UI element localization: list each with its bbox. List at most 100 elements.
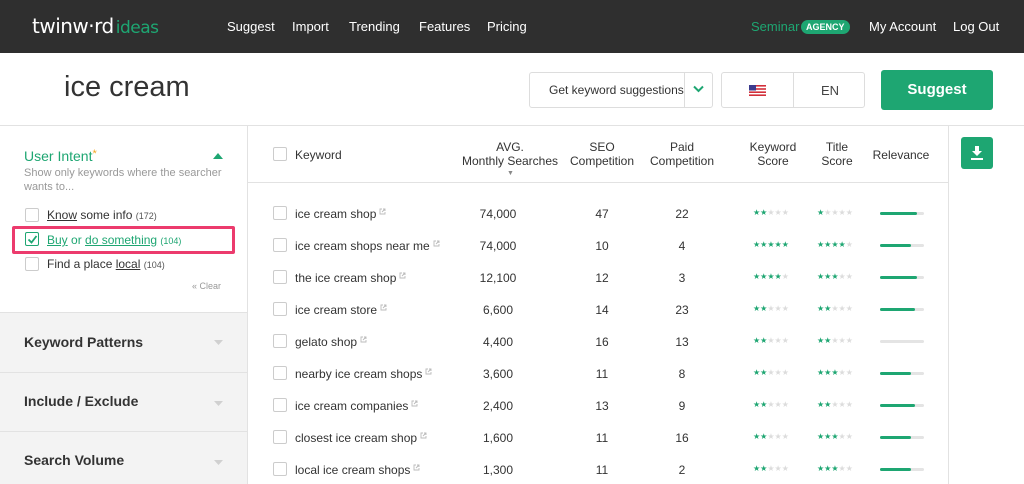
row-checkbox[interactable] (273, 302, 287, 316)
row-checkbox[interactable] (273, 430, 287, 444)
mode-select[interactable]: Get keyword suggestions (529, 72, 713, 108)
table-row[interactable]: nearby ice cream shops 3,600 11 8 ★★★★★ ★★★★★ (248, 357, 948, 389)
nav-link-import[interactable]: Import (292, 19, 329, 34)
row-checkbox[interactable] (273, 334, 287, 348)
keyword-cell[interactable]: the ice cream shop (295, 271, 406, 285)
external-link-icon[interactable] (399, 272, 406, 279)
star-icon: ★ (838, 240, 846, 249)
row-checkbox[interactable] (273, 206, 287, 220)
caret-down-icon (214, 460, 223, 465)
searches-cell: 3,600 (482, 367, 514, 381)
star-icon: ★ (767, 272, 775, 281)
relevance-fill (880, 404, 915, 407)
col-header-line: AVG. (496, 140, 524, 154)
row-checkbox[interactable] (273, 462, 287, 476)
suggest-button[interactable]: Suggest (881, 70, 993, 110)
col-header-avg-searches[interactable]: AVG. Monthly Searches (461, 140, 559, 168)
nav-link-features[interactable]: Features (419, 19, 470, 34)
star-icon: ★ (774, 240, 782, 249)
keyword-text: ice cream shop (295, 207, 377, 221)
searches-cell: 4,400 (482, 335, 514, 349)
caret-up-icon[interactable] (213, 153, 223, 159)
external-link-icon[interactable] (411, 400, 418, 407)
us-flag-icon[interactable] (749, 85, 766, 96)
locale-selector[interactable]: EN (721, 72, 865, 108)
section-label: Search Volume (24, 452, 125, 468)
keyword-cell[interactable]: gelato shop (295, 335, 367, 349)
keyword-cell[interactable]: local ice cream shops (295, 463, 420, 477)
user-intent-title[interactable]: User Intent* (24, 148, 97, 164)
logo[interactable]: twinw·rd ideas (32, 14, 159, 38)
col-header-line: SEO (589, 140, 615, 154)
intent-option-local[interactable]: Find a place local (104) (47, 257, 165, 271)
star-icon: ★ (774, 432, 782, 441)
col-header-relevance[interactable]: Relevance (868, 148, 934, 162)
nav-link-trending[interactable]: Trending (349, 19, 400, 34)
locale-divider (793, 73, 794, 107)
col-header-seo-competition[interactable]: SEO Competition (566, 140, 638, 168)
my-account-link[interactable]: My Account (869, 19, 936, 34)
external-link-icon[interactable] (379, 208, 386, 215)
col-header-title-score[interactable]: Title Score (812, 140, 862, 168)
star-icon: ★ (767, 368, 775, 377)
star-icon: ★ (831, 240, 839, 249)
required-asterisk: * (92, 148, 97, 160)
intent-option-count: (104) (143, 260, 165, 270)
nav-link-pricing[interactable]: Pricing (487, 19, 527, 34)
external-link-icon[interactable] (380, 304, 387, 311)
relevance-bar (880, 244, 924, 247)
download-button[interactable] (961, 137, 993, 169)
nav-link-suggest[interactable]: Suggest (227, 19, 275, 34)
table-row[interactable]: local ice cream shops 1,300 11 2 ★★★★★ ★★★★★ (248, 453, 948, 484)
external-link-icon[interactable] (413, 464, 420, 471)
select-all-checkbox[interactable] (273, 147, 287, 161)
col-header-paid-competition[interactable]: Paid Competition (645, 140, 719, 168)
external-link-icon[interactable] (425, 368, 432, 375)
kw-score-stars: ★★★★★ (753, 208, 789, 217)
keyword-cell[interactable]: ice cream companies (295, 399, 418, 413)
seo-competition-cell: 11 (595, 463, 609, 477)
intent-know-checkbox[interactable] (25, 208, 39, 222)
row-checkbox[interactable] (273, 398, 287, 412)
mode-select-toggle[interactable] (684, 73, 712, 107)
relevance-bar (880, 276, 924, 279)
section-include-exclude[interactable]: Include / Exclude (0, 372, 248, 431)
table-row[interactable]: gelato shop 4,400 16 13 ★★★★★ ★★★★★ (248, 325, 948, 357)
table-row[interactable]: ice cream companies 2,400 13 9 ★★★★★ ★★★★★ (248, 389, 948, 421)
keyword-cell[interactable]: ice cream shops near me (295, 239, 440, 253)
log-out-link[interactable]: Log Out (953, 19, 999, 34)
row-checkbox[interactable] (273, 270, 287, 284)
star-icon: ★ (838, 272, 846, 281)
col-header-keyword[interactable]: Keyword (295, 148, 342, 162)
language-selector[interactable]: EN (821, 83, 839, 98)
keyword-cell[interactable]: closest ice cream shop (295, 431, 427, 445)
col-header-line: Paid (669, 140, 695, 154)
external-link-icon[interactable] (360, 336, 367, 343)
kw-score-stars: ★★★★★ (753, 272, 789, 281)
external-link-icon[interactable] (433, 240, 440, 247)
row-checkbox[interactable] (273, 366, 287, 380)
row-checkbox[interactable] (273, 238, 287, 252)
star-icon: ★ (781, 368, 789, 377)
keyword-cell[interactable]: nearby ice cream shops (295, 367, 432, 381)
seminar-link[interactable]: Seminar (751, 19, 799, 34)
section-keyword-patterns[interactable]: Keyword Patterns (0, 312, 248, 372)
clear-filter-link[interactable]: « Clear (192, 281, 221, 291)
star-icon: ★ (838, 368, 846, 377)
star-icon: ★ (774, 304, 782, 313)
search-query-input[interactable]: ice cream (64, 71, 190, 104)
table-row[interactable]: ice cream shops near me 74,000 10 4 ★★★★★ ★★★… (248, 229, 948, 261)
section-search-volume[interactable]: Search Volume (0, 431, 248, 484)
table-row[interactable]: ice cream shop 74,000 47 22 ★★★★★ ★★★★★ (248, 197, 948, 229)
keyword-cell[interactable]: ice cream shop (295, 207, 386, 221)
col-header-keyword-score[interactable]: Keyword Score (740, 140, 806, 168)
intent-option-know[interactable]: Know some info (172) (47, 208, 157, 222)
table-row[interactable]: closest ice cream shop 1,600 11 16 ★★★★★ ★★★★… (248, 421, 948, 453)
table-row[interactable]: ice cream store 6,600 14 23 ★★★★★ ★★★★★ (248, 293, 948, 325)
relevance-fill (880, 308, 915, 311)
star-icon: ★ (767, 304, 775, 313)
external-link-icon[interactable] (420, 432, 427, 439)
keyword-cell[interactable]: ice cream store (295, 303, 387, 317)
table-row[interactable]: the ice cream shop 12,100 12 3 ★★★★★ ★★★★★ (248, 261, 948, 293)
intent-local-checkbox[interactable] (25, 257, 39, 271)
